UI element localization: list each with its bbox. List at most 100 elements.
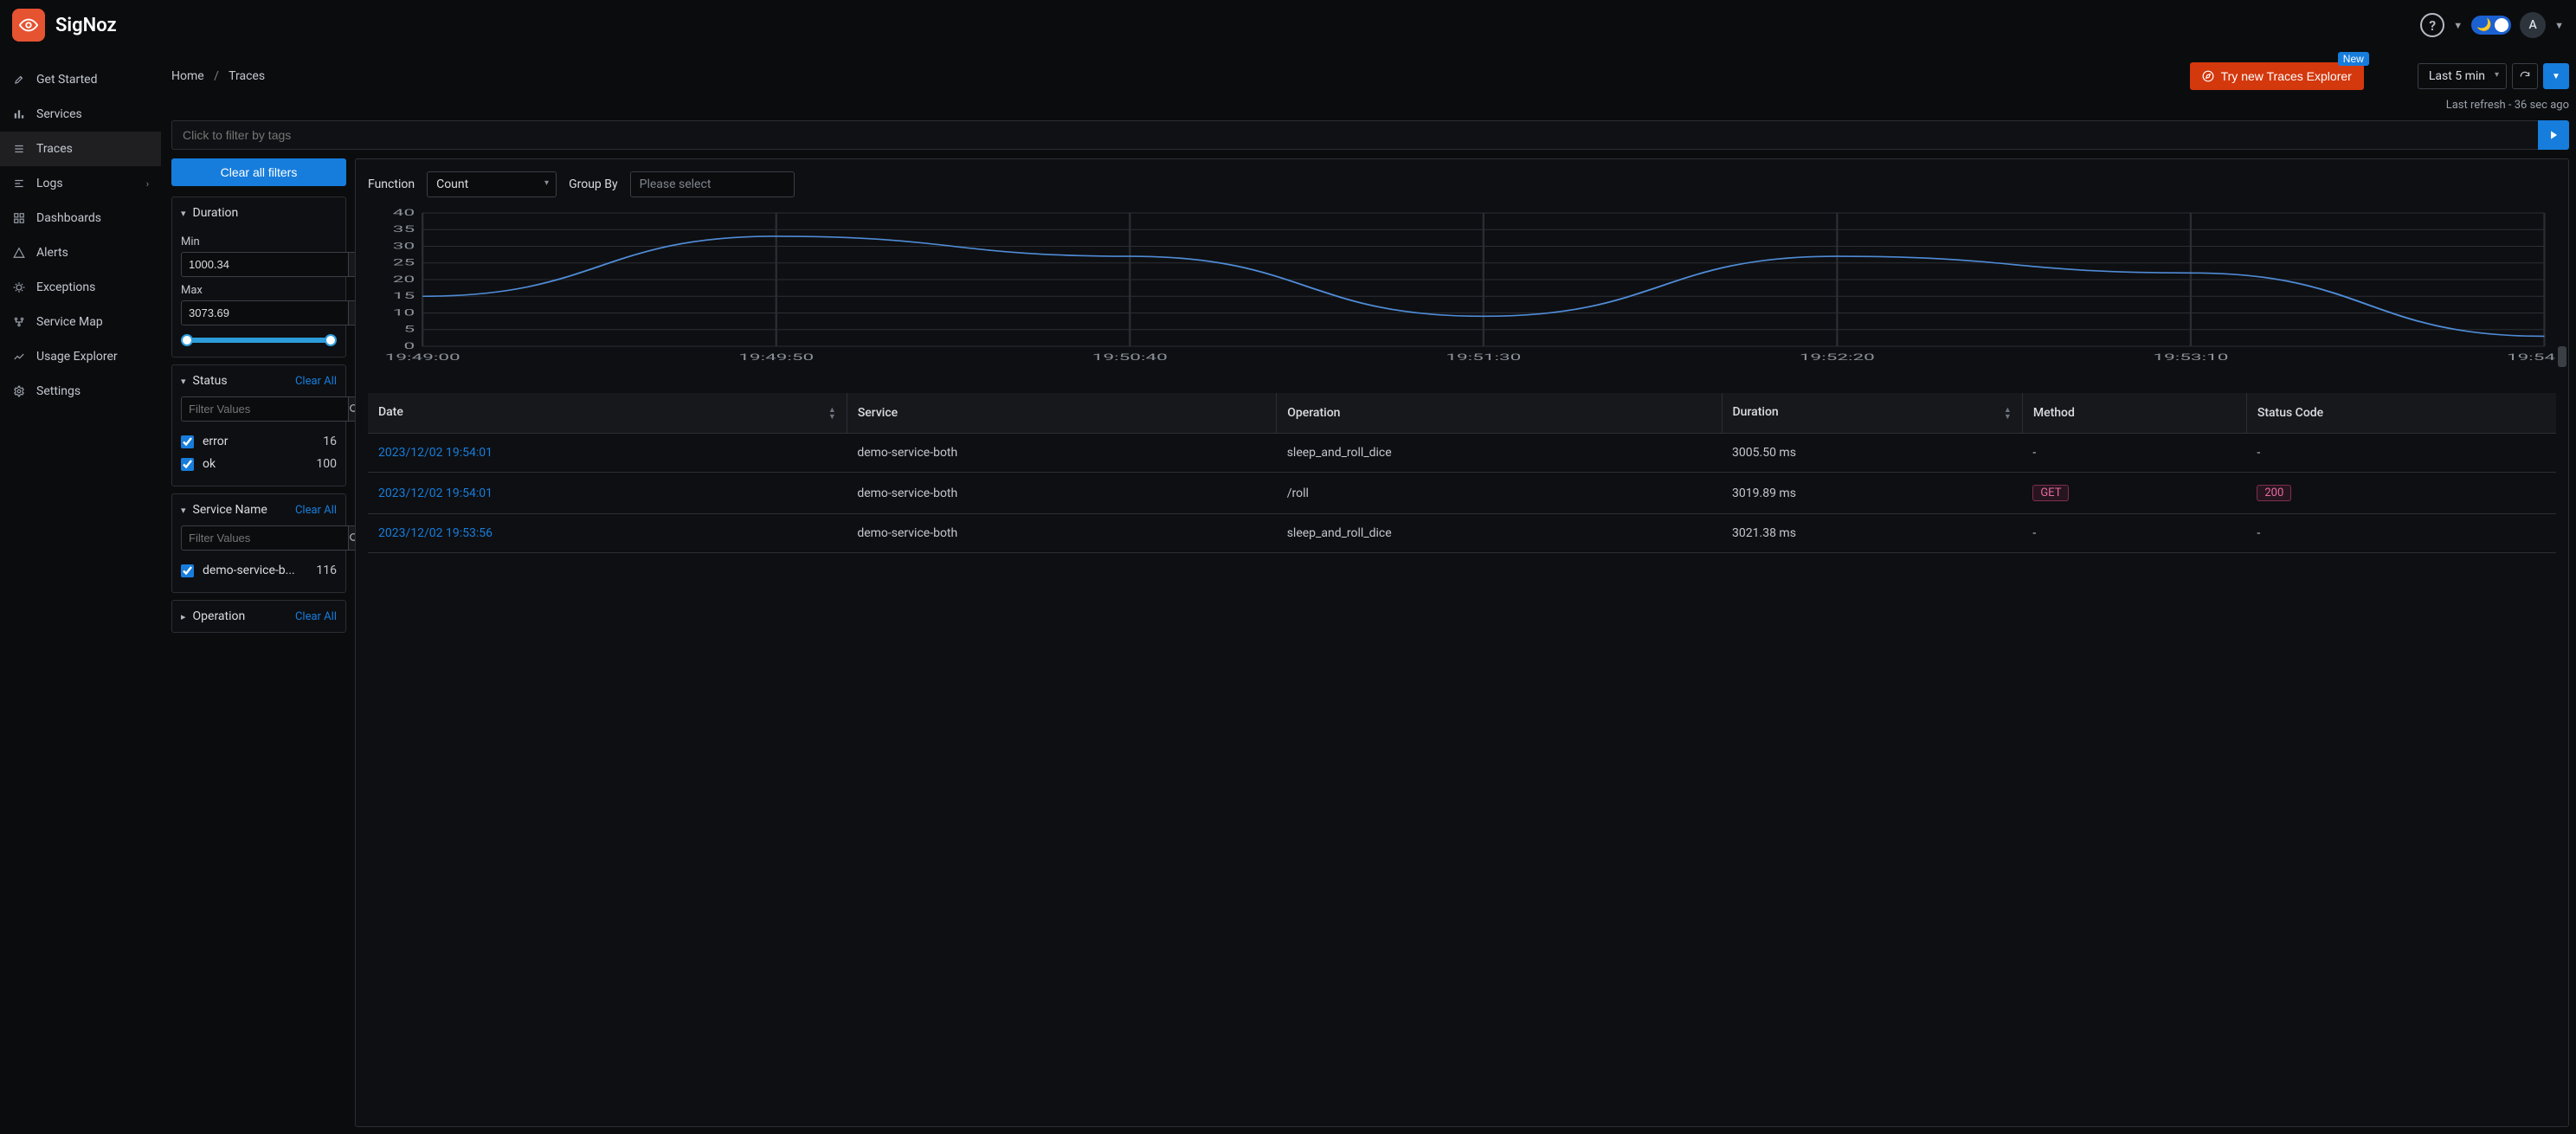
breadcrumb: Home / Traces [171, 69, 265, 83]
theme-toggle[interactable]: 🌙 [2471, 16, 2511, 35]
chevron-right-icon: ▸ [181, 611, 186, 622]
svg-text:19:54:00: 19:54:00 [2507, 352, 2556, 362]
sidebar-item-traces[interactable]: Traces [0, 132, 161, 166]
filter-head-status[interactable]: ▾ Status Clear All [172, 365, 345, 396]
sidebar-item-label: Service Map [36, 315, 103, 329]
filter-card-status: ▾ Status Clear All error [171, 364, 346, 486]
clear-service-name-link[interactable]: Clear All [295, 504, 337, 517]
status-checkbox-error[interactable] [181, 435, 194, 448]
traces-table: Date ▲▼ Service Operation Duration ▲▼ Me… [368, 393, 2556, 553]
table-cell: sleep_and_roll_dice [1277, 514, 1722, 553]
try-new-traces-button[interactable]: Try new Traces Explorer New [2190, 62, 2364, 90]
trace-date-link[interactable]: 2023/12/02 19:54:01 [378, 446, 493, 460]
table-cell: demo-service-both [847, 514, 1276, 553]
help-menu-chevron[interactable]: ▼ [2453, 20, 2463, 31]
trace-date-link[interactable]: 2023/12/02 19:53:56 [378, 526, 493, 540]
sidebar-item-get-started[interactable]: Get Started [0, 62, 161, 97]
table-cell: 2023/12/02 19:53:56 [368, 514, 847, 553]
slider-handle-min[interactable] [181, 334, 193, 346]
svg-text:20: 20 [393, 274, 415, 284]
col-label: Date [378, 405, 403, 419]
status-search-input[interactable] [181, 396, 349, 422]
chevron-down-icon: ▾ [181, 208, 186, 219]
sidebar-item-usage-explorer[interactable]: Usage Explorer [0, 339, 161, 374]
col-operation: Operation [1277, 393, 1722, 434]
rocket-icon [12, 74, 26, 86]
align-left-icon [12, 177, 26, 190]
status-item-ok[interactable]: ok 100 [181, 453, 337, 475]
sidebar-item-service-map[interactable]: Service Map [0, 305, 161, 339]
sidebar-item-dashboards[interactable]: Dashboards [0, 201, 161, 235]
user-menu-chevron[interactable]: ▼ [2554, 20, 2564, 31]
help-icon[interactable]: ? [2420, 13, 2444, 37]
sidebar-item-settings[interactable]: Settings [0, 374, 161, 409]
user-avatar[interactable]: A [2520, 12, 2546, 38]
table-cell: 2023/12/02 19:54:01 [368, 434, 847, 473]
status-item-error[interactable]: error 16 [181, 430, 337, 453]
sidebar-item-label: Logs [36, 177, 63, 190]
bug-icon [12, 281, 26, 293]
col-label: Operation [1287, 406, 1340, 420]
sidebar-item-exceptions[interactable]: Exceptions [0, 270, 161, 305]
breadcrumb-home[interactable]: Home [171, 69, 204, 83]
sidebar-item-label: Usage Explorer [36, 350, 118, 364]
duration-max-input[interactable] [181, 300, 349, 325]
svg-text:19:52:20: 19:52:20 [1800, 352, 1875, 362]
sidebar-item-label: Alerts [36, 246, 68, 260]
service-name-item[interactable]: demo-service-b... 116 [181, 559, 337, 582]
col-label: Method [2033, 406, 2075, 420]
col-label: Service [858, 406, 898, 420]
breadcrumb-separator: / [214, 69, 219, 83]
run-query-button[interactable] [2538, 120, 2569, 150]
svg-text:19:50:40: 19:50:40 [1092, 352, 1168, 362]
col-date[interactable]: Date ▲▼ [368, 393, 847, 434]
table-cell: - [2022, 514, 2246, 553]
svg-text:19:53:10: 19:53:10 [2153, 352, 2228, 362]
clear-all-filters-button[interactable]: Clear all filters [171, 158, 346, 186]
svg-text:15: 15 [393, 292, 415, 301]
table-cell: 3019.89 ms [1722, 473, 2022, 514]
sidebar-item-alerts[interactable]: Alerts [0, 235, 161, 270]
table-row[interactable]: 2023/12/02 19:54:01demo-service-both/rol… [368, 473, 2556, 514]
filter-head-operation[interactable]: ▸ Operation Clear All [172, 601, 345, 632]
compass-icon [2202, 70, 2214, 82]
slider-handle-max[interactable] [325, 334, 337, 346]
sidebar-item-label: Services [36, 107, 82, 121]
clear-operation-link[interactable]: Clear All [295, 610, 337, 623]
filter-title: Operation [193, 609, 246, 623]
col-duration[interactable]: Duration ▲▼ [1722, 393, 2022, 434]
status-checkbox-ok[interactable] [181, 458, 194, 471]
tag-filter-input[interactable] [171, 120, 2538, 150]
status-label: error [203, 435, 229, 448]
sidebar-item-services[interactable]: Services [0, 97, 161, 132]
table-cell: 3005.50 ms [1722, 434, 2022, 473]
filter-head-duration[interactable]: ▾ Duration [172, 197, 345, 229]
duration-range-slider[interactable] [183, 338, 335, 343]
chevron-down-icon: ▾ [181, 376, 186, 387]
refresh-button[interactable] [2512, 63, 2538, 89]
traces-count-chart[interactable]: 403530252015105019:49:0019:49:5019:50:40… [368, 208, 2556, 364]
table-cell: demo-service-both [847, 473, 1276, 514]
service-name-checkbox[interactable] [181, 564, 194, 577]
list-icon [12, 143, 26, 155]
table-row[interactable]: 2023/12/02 19:53:56 demo-service-bothslee… [368, 514, 2556, 553]
filter-head-service-name[interactable]: ▾ Service Name Clear All [172, 494, 345, 525]
sidebar-item-label: Dashboards [36, 211, 101, 225]
table-cell: sleep_and_roll_dice [1277, 434, 1722, 473]
table-row[interactable]: 2023/12/02 19:54:01demo-service-bothslee… [368, 434, 2556, 473]
function-select[interactable]: Count [427, 171, 557, 197]
sidebar-item-label: Traces [36, 142, 73, 156]
filter-title: Duration [193, 206, 239, 220]
service-name-search-input[interactable] [181, 525, 349, 551]
duration-min-input[interactable] [181, 252, 349, 277]
auto-refresh-menu-button[interactable]: ▼ [2543, 63, 2569, 89]
table-cell: 3021.38 ms [1722, 514, 2022, 553]
time-range-picker[interactable]: Last 5 min [2418, 63, 2507, 89]
chart-scrollbar[interactable] [2558, 346, 2566, 367]
sidebar-item-logs[interactable]: Logs › [0, 166, 161, 201]
svg-text:25: 25 [393, 258, 415, 267]
sidebar-item-label: Exceptions [36, 280, 95, 294]
groupby-select[interactable]: Please select [630, 171, 795, 197]
trace-date-link[interactable]: 2023/12/02 19:54:01 [378, 486, 493, 500]
clear-status-link[interactable]: Clear All [295, 375, 337, 388]
